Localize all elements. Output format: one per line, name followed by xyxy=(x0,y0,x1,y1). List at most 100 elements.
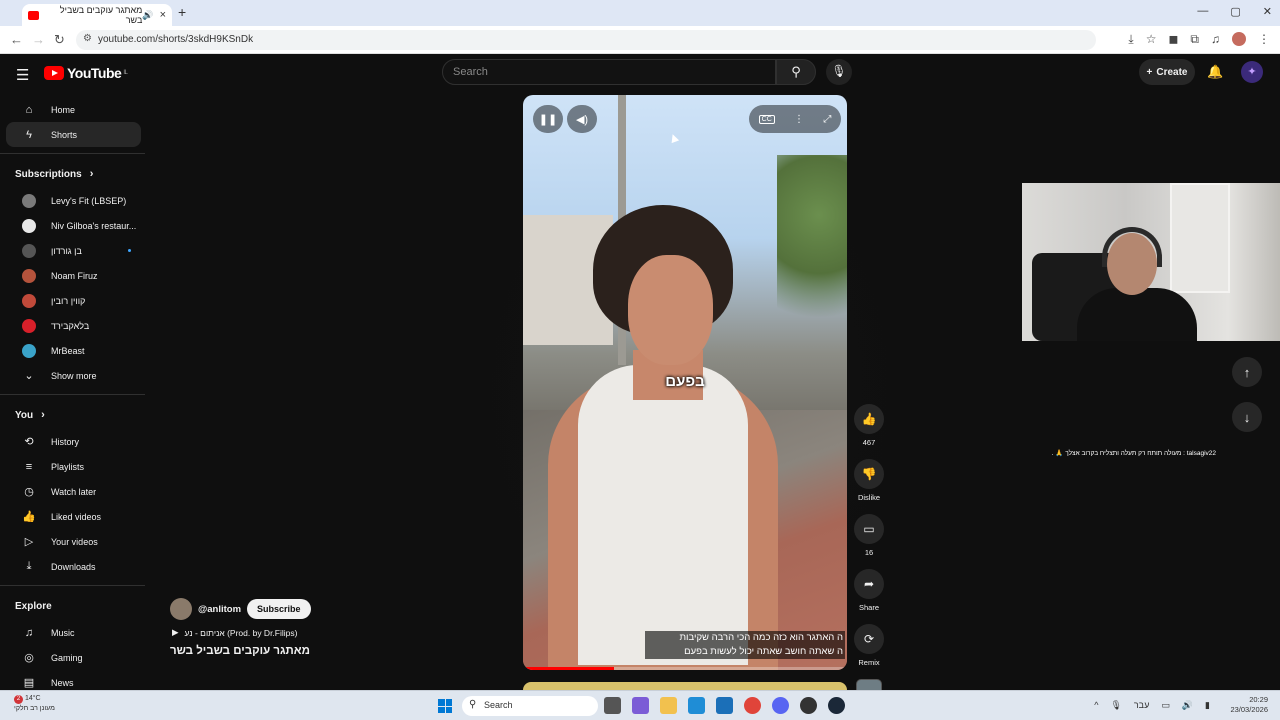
tab-title: מאתגר עוקבים בשביל בשר xyxy=(59,5,143,25)
network-icon[interactable]: ▭ xyxy=(1161,700,1170,711)
previous-short-button[interactable]: ↑ xyxy=(1232,357,1262,387)
youtube-logo[interactable]: YouTube IL xyxy=(44,65,128,81)
fullscreen-icon[interactable]: ⤢ xyxy=(823,114,831,125)
edge-icon[interactable] xyxy=(688,697,705,714)
battery-icon[interactable]: ▮ xyxy=(1205,700,1210,711)
profile-avatar[interactable] xyxy=(1232,32,1246,46)
media-control-icon[interactable]: ♫ xyxy=(1211,32,1220,47)
sidebar-subscription-3[interactable]: Noam Firuz xyxy=(6,263,141,288)
tray-chevron-icon[interactable]: ^ xyxy=(1094,700,1098,711)
next-short-button[interactable]: ↓ xyxy=(1232,402,1262,432)
sidebar-item-you-2[interactable]: ◷ Watch later xyxy=(6,479,141,504)
comments-button[interactable]: ▭ 16 xyxy=(853,514,885,557)
music-icon: ♫ xyxy=(24,626,34,639)
forward-icon[interactable]: → xyxy=(32,32,45,47)
volume-tray-icon[interactable]: 🔊 xyxy=(1182,700,1193,711)
like-button[interactable]: 👍 467 xyxy=(853,404,885,447)
address-bar[interactable]: ⚙ youtube.com/shorts/3skdH9KSnDk xyxy=(76,30,1096,50)
maximize-button[interactable]: ▢ xyxy=(1230,5,1240,18)
youtube-play-icon xyxy=(44,66,64,80)
dislike-button[interactable]: 👎 Dislike xyxy=(853,459,885,502)
volume-button[interactable]: ◀) xyxy=(567,105,597,133)
channel-avatar xyxy=(22,218,36,233)
channel-avatar xyxy=(22,193,36,208)
close-window-button[interactable]: ✕ xyxy=(1263,5,1272,18)
discord-icon[interactable] xyxy=(772,697,789,714)
extension-icon[interactable]: ◼ xyxy=(1168,32,1178,47)
more-options-icon[interactable]: ⋮ xyxy=(794,114,804,125)
gaming-icon: ◎ xyxy=(24,652,34,664)
taskbar-clock[interactable]: 20:29 23/03/2026 xyxy=(1230,695,1268,715)
show-more-button[interactable]: ⌄ Show more xyxy=(6,363,141,388)
mic-tray-icon[interactable]: 🎙 xyxy=(1110,700,1121,711)
bookmark-star-icon[interactable]: ☆ xyxy=(1146,32,1157,47)
video-progress-bar[interactable] xyxy=(523,667,847,670)
new-tab-button[interactable]: + xyxy=(178,4,186,20)
weather-widget[interactable]: 2 14°C מעונן רב חלקי xyxy=(14,694,55,714)
search-input[interactable]: Search xyxy=(442,59,776,85)
you-header[interactable]: You › xyxy=(0,401,145,429)
steam-icon[interactable] xyxy=(828,697,845,714)
account-avatar[interactable]: ✦ xyxy=(1241,61,1263,83)
share-button[interactable]: ➦ Share xyxy=(853,569,885,612)
channel-name[interactable]: @anlitom xyxy=(198,604,241,615)
captions-icon[interactable]: CC xyxy=(758,114,775,124)
sidebar-item-you-5[interactable]: ⤓ Downloads xyxy=(6,554,141,579)
sidebar-item-home[interactable]: ⌂ Home xyxy=(6,97,141,122)
sidebar-subscription-1[interactable]: Niv Gilboa's restaur... xyxy=(6,213,141,238)
remix-button[interactable]: ⟳ Remix xyxy=(853,624,885,667)
sidebar-item-label: History xyxy=(51,436,80,447)
volume-icon: ◀) xyxy=(575,113,589,126)
sidebar-item-explore-0[interactable]: ♫ Music xyxy=(6,620,141,645)
site-info-icon[interactable]: ⚙ xyxy=(83,33,92,44)
subscriptions-header[interactable]: Subscriptions › xyxy=(0,160,145,188)
shorts-video-player[interactable]: ❚❚ ◀) CC ⋮ ⤢ בפעם ה האתגר הוא כזה כמה הכ… xyxy=(523,95,847,670)
tab-audio-icon[interactable]: 🔊 xyxy=(142,10,153,21)
menu-hamburger-icon[interactable]: ☰ xyxy=(16,66,29,84)
store-icon[interactable] xyxy=(716,697,733,714)
task-view-icon[interactable] xyxy=(604,697,621,714)
menu-kebab-icon[interactable]: ⋮ xyxy=(1258,32,1270,47)
sidebar-subscription-4[interactable]: קווין רובין xyxy=(6,288,141,313)
channel-avatar[interactable] xyxy=(170,598,192,620)
arrow-down-icon: ↓ xyxy=(1243,409,1251,425)
sidebar-item-you-3[interactable]: 👍 Liked videos xyxy=(6,504,141,529)
url-text: youtube.com/shorts/3skdH9KSnDk xyxy=(98,34,254,45)
sidebar-item-explore-1[interactable]: ◎ Gaming xyxy=(6,645,141,670)
music-link[interactable]: ▶ אניתום - נע (Prod. by Dr.Filips) xyxy=(172,627,297,638)
webcam-overlay xyxy=(1022,183,1280,341)
sidebar-item-label: Downloads xyxy=(51,561,96,572)
reload-icon[interactable]: ↻ xyxy=(54,32,65,48)
extensions-puzzle-icon[interactable]: ⧉ xyxy=(1190,32,1199,47)
create-button[interactable]: + Create xyxy=(1139,59,1195,85)
taskbar-search[interactable]: ⚲ Search xyxy=(462,696,598,716)
back-icon[interactable]: ← xyxy=(10,32,23,47)
sidebar-item-you-1[interactable]: ≡ Playlists xyxy=(6,454,141,479)
sidebar-item-you-0[interactable]: ⟲ History xyxy=(6,429,141,454)
subscribe-button[interactable]: Subscribe xyxy=(247,599,311,619)
tab-close-icon[interactable]: × xyxy=(160,9,166,21)
voice-search-button[interactable]: 🎙 xyxy=(826,59,852,85)
minimize-button[interactable]: — xyxy=(1197,5,1208,18)
file-explorer-icon[interactable] xyxy=(660,697,677,714)
sidebar-item-you-4[interactable]: ▷ Your videos xyxy=(6,529,141,554)
chrome-icon[interactable] xyxy=(744,697,761,714)
sidebar-subscription-0[interactable]: Levy's Fit (LBSEP) xyxy=(6,188,141,213)
subtitle-line: ה האתגר הוא כזה כמה הכי הרבה שקיבות xyxy=(679,632,843,643)
sidebar-subscription-5[interactable]: בלאקבירד xyxy=(6,313,141,338)
sidebar-subscription-6[interactable]: MrBeast xyxy=(6,338,141,363)
watch-later-icon: ◷ xyxy=(24,486,34,498)
obs-icon[interactable] xyxy=(800,697,817,714)
windows-start-icon[interactable] xyxy=(438,699,452,713)
sidebar-item-shorts[interactable]: ϟ Shorts xyxy=(6,122,141,147)
search-button[interactable]: ⚲ xyxy=(776,59,816,85)
pause-button[interactable]: ❚❚ xyxy=(533,105,563,133)
teams-icon[interactable] xyxy=(632,697,649,714)
language-indicator[interactable]: עבר xyxy=(1134,700,1149,711)
notifications-bell-icon[interactable]: 🔔 xyxy=(1207,64,1223,80)
video-caption-overlay: בפעם xyxy=(665,373,705,390)
you-title: You xyxy=(15,409,34,421)
browser-tab[interactable]: מאתגר עוקבים בשביל בשר 🔊 × xyxy=(22,4,172,26)
install-icon[interactable]: ⤓ xyxy=(1128,32,1133,47)
sidebar-subscription-2[interactable]: בן גורדון xyxy=(6,238,141,263)
